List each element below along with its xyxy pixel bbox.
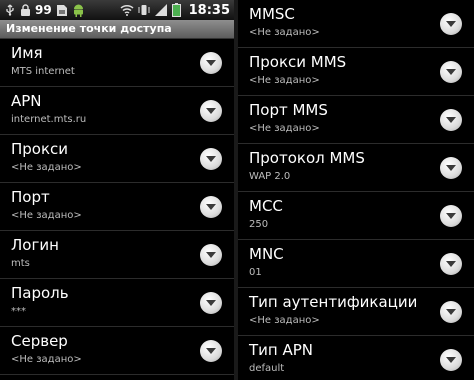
vibrate-icon: [138, 4, 150, 16]
setting-label: Логин: [11, 236, 59, 254]
chevron-down-icon[interactable]: [440, 205, 462, 227]
chevron-down-icon[interactable]: [200, 196, 222, 218]
chevron-down-icon[interactable]: [440, 13, 462, 35]
sim-icon: [56, 4, 68, 17]
setting-value: mts: [11, 258, 30, 269]
setting-value: ***: [11, 306, 26, 317]
chevron-down-icon[interactable]: [200, 340, 222, 362]
chevron-down-icon[interactable]: [200, 52, 222, 74]
setting-apn-type[interactable]: Тип APN default: [238, 336, 474, 380]
setting-server[interactable]: Сервер <Не задано>: [0, 327, 234, 375]
setting-value: default: [249, 363, 285, 374]
wifi-icon: [120, 4, 134, 16]
setting-label: Протокол MMS: [249, 149, 365, 167]
setting-apn[interactable]: APN internet.mts.ru: [0, 87, 234, 135]
chevron-down-icon[interactable]: [440, 157, 462, 179]
battery-icon: [171, 3, 181, 17]
setting-label: Тип аутентификации: [249, 293, 418, 311]
chevron-down-icon[interactable]: [440, 253, 462, 275]
setting-label: MNC: [249, 245, 284, 263]
setting-mms-proxy[interactable]: Прокси MMS <Не задано>: [238, 48, 474, 96]
setting-login[interactable]: Логин mts: [0, 231, 234, 279]
setting-value: 01: [249, 267, 262, 278]
setting-label: Сервер: [11, 332, 68, 350]
page-title: Изменение точки доступа: [0, 20, 234, 39]
setting-label: Порт: [11, 188, 50, 206]
setting-value: 250: [249, 219, 269, 230]
setting-value: internet.mts.ru: [11, 114, 87, 125]
setting-value: <Не задано>: [249, 315, 320, 326]
setting-label: APN: [11, 92, 42, 110]
setting-mms-port[interactable]: Порт MMS <Не задано>: [238, 96, 474, 144]
signal-number: 99: [35, 3, 52, 17]
setting-label: Порт MMS: [249, 101, 328, 119]
setting-value: WAP 2.0: [249, 171, 291, 182]
setting-label: Имя: [11, 44, 43, 62]
lock-icon: [20, 4, 31, 16]
chevron-down-icon[interactable]: [200, 148, 222, 170]
setting-label: Прокси: [11, 140, 69, 158]
status-bar: 99 18:35: [0, 0, 234, 20]
setting-mcc[interactable]: MCC 250: [238, 192, 474, 240]
setting-name[interactable]: Имя MTS internet: [0, 39, 234, 87]
chevron-down-icon[interactable]: [440, 349, 462, 371]
signal-icon: [154, 4, 168, 16]
setting-mmsc[interactable]: MMSC <Не задано>: [238, 0, 474, 48]
setting-label: MMSC: [249, 5, 295, 23]
setting-auth-type[interactable]: Тип аутентификации <Не задано>: [238, 288, 474, 336]
setting-value: <Не задано>: [249, 123, 320, 134]
setting-proxy[interactable]: Прокси <Не задано>: [0, 135, 234, 183]
chevron-down-icon[interactable]: [440, 109, 462, 131]
chevron-down-icon[interactable]: [440, 301, 462, 323]
setting-value: <Не задано>: [11, 210, 82, 221]
chevron-down-icon[interactable]: [200, 100, 222, 122]
setting-value: <Не задано>: [11, 354, 82, 365]
setting-value: <Не задано>: [11, 162, 82, 173]
setting-label: Пароль: [11, 284, 69, 302]
android-icon: [72, 3, 85, 17]
setting-label: Тип APN: [249, 341, 314, 359]
chevron-down-icon[interactable]: [200, 244, 222, 266]
usb-icon: [4, 4, 16, 16]
setting-password[interactable]: Пароль ***: [0, 279, 234, 327]
setting-value: <Не задано>: [249, 27, 320, 38]
setting-value: <Не задано>: [249, 75, 320, 86]
right-screen: MMSC <Не задано> Прокси MMS <Не задано> …: [238, 0, 474, 380]
chevron-down-icon[interactable]: [200, 292, 222, 314]
left-screen: 99 18:35 Изменение точки доступа Имя MTS…: [0, 0, 234, 380]
setting-value: MTS internet: [11, 66, 75, 77]
setting-port[interactable]: Порт <Не задано>: [0, 183, 234, 231]
setting-label: MCC: [249, 197, 283, 215]
setting-label: Прокси MMS: [249, 53, 347, 71]
setting-mnc[interactable]: MNC 01: [238, 240, 474, 288]
status-time: 18:35: [188, 2, 230, 18]
setting-mms-protocol[interactable]: Протокол MMS WAP 2.0: [238, 144, 474, 192]
chevron-down-icon[interactable]: [440, 61, 462, 83]
